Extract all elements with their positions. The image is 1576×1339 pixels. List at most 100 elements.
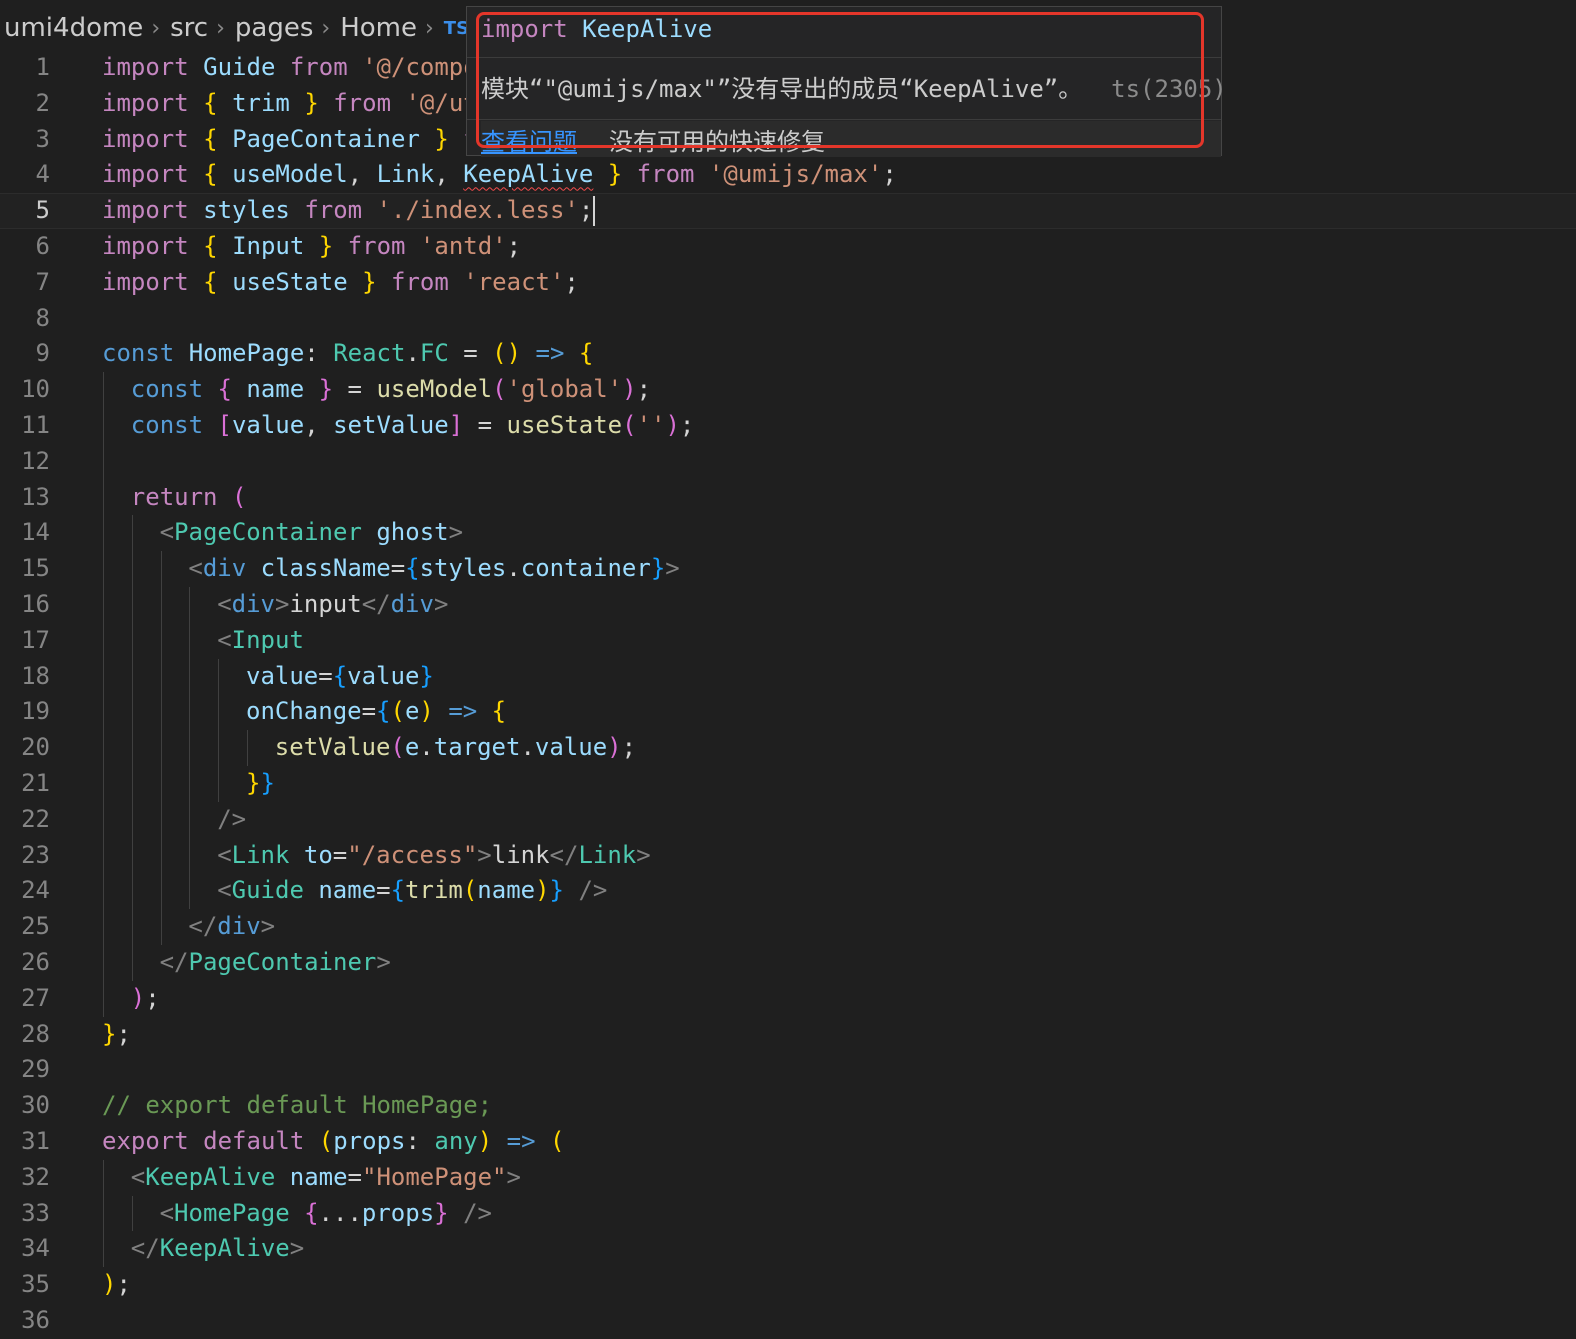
code-line[interactable]: 11 const [value, setValue] = useState('')… [0, 407, 1576, 444]
code-line[interactable]: 19 onChange={(e) => { [0, 694, 1576, 731]
code-line[interactable]: 12 [0, 443, 1576, 480]
indent-guide [103, 837, 104, 874]
code-token: < [159, 518, 175, 547]
code-line[interactable]: 23 <Link to="/access">link</Link> [0, 837, 1576, 874]
code-line[interactable]: 30 // export default HomePage; [0, 1088, 1576, 1124]
indent-guide [103, 765, 104, 802]
code-line[interactable]: 10 const { name } = useModel('global'); [0, 372, 1576, 408]
code-line[interactable]: 26 </PageContainer> [0, 944, 1576, 981]
code-token: from [289, 53, 348, 81]
code-token: </ [159, 947, 189, 976]
code-token: PageContainer [232, 124, 420, 153]
code-line[interactable]: 27); [0, 980, 1576, 1017]
code-text: import { Input } from 'antd'; [102, 229, 521, 265]
code-line[interactable]: 22 /> [0, 801, 1576, 838]
indent-guide [160, 586, 162, 623]
code-line[interactable]: 5 import styles from './index.less'; [0, 193, 1576, 229]
hover-error-code: ts(2305) [1111, 75, 1227, 103]
code-text: import { useState } from 'react'; [102, 265, 579, 301]
code-line[interactable]: 32 <KeepAlive name="HomePage"> [0, 1159, 1576, 1196]
code-line[interactable]: 31 export default (props: any) => ( [0, 1124, 1576, 1160]
code-token: import [102, 196, 189, 225]
code-editor[interactable]: 1import Guide from '@/components/Guide';… [0, 50, 1576, 1339]
code-token: value [246, 661, 319, 690]
line-number: 23 [21, 840, 50, 869]
code-token: from [391, 267, 449, 296]
code-token: < [217, 840, 232, 869]
line-number: 11 [21, 410, 50, 439]
code-line[interactable]: 34 </KeepAlive> [0, 1231, 1576, 1268]
indent-guide [218, 658, 220, 695]
code-token: 'global' [506, 375, 623, 404]
code-token: name [246, 375, 305, 404]
code-line[interactable]: 25 </div> [0, 909, 1576, 945]
indent-guide [189, 765, 191, 802]
code-token: trim [232, 88, 290, 117]
code-line[interactable]: 9 const HomePage: React.FC = () => { [0, 336, 1576, 372]
code-line[interactable]: 33 <HomePage {...props} /> [0, 1195, 1576, 1232]
chevron-right-icon: › [216, 15, 225, 41]
code-token: = [347, 1162, 362, 1191]
hover-actions: 查看问题 没有可用的快速修复 [481, 121, 1221, 157]
code-token: from [636, 160, 695, 189]
code-line[interactable]: 17 <Input [0, 622, 1576, 659]
breadcrumb-item[interactable]: umi4dome [0, 13, 145, 43]
code-token: </ [130, 1234, 160, 1263]
indent-guide [189, 801, 191, 838]
code-token: ; [679, 410, 695, 439]
code-line[interactable]: 18 value={value} [0, 658, 1576, 695]
code-line[interactable]: 36 [0, 1303, 1576, 1339]
line-number: 24 [21, 876, 50, 905]
code-token: ) [477, 1126, 493, 1155]
code-line[interactable]: 24 <Guide name={trim(name)} /> [0, 873, 1576, 910]
indent-guide [160, 837, 162, 874]
code-token: } [246, 768, 261, 797]
code-line[interactable]: 29 [0, 1052, 1576, 1088]
indent-guide [103, 372, 104, 408]
code-token: = [333, 375, 377, 404]
code-line[interactable]: 4 import { useModel, Link, KeepAlive } fr… [0, 157, 1576, 193]
code-line[interactable]: 14 <PageContainer ghost> [0, 515, 1576, 552]
code-token: trim [405, 876, 463, 905]
code-line[interactable]: 8 [0, 301, 1576, 337]
code-line[interactable]: 7 import { useState } from 'react'; [0, 265, 1576, 301]
indent-guide [131, 694, 133, 731]
code-token: "/access" [347, 840, 478, 869]
indent-guide [103, 801, 104, 838]
breadcrumb-item[interactable]: src [166, 13, 210, 43]
line-number: 1 [35, 53, 50, 81]
code-line[interactable]: 20 setValue(e.target.value); [0, 730, 1576, 766]
code-line[interactable]: 13 return ( [0, 479, 1576, 516]
view-problem-link[interactable]: 查看问题 [481, 122, 577, 157]
code-token: , [304, 410, 334, 439]
breadcrumb-item[interactable]: pages [231, 13, 315, 43]
code-line[interactable]: 15 <div className={styles.container}> [0, 551, 1576, 587]
line-number: 10 [21, 375, 50, 404]
code-token: { [203, 231, 218, 260]
code-line[interactable]: 6 import { Input } from 'antd'; [0, 229, 1576, 265]
breadcrumb-item[interactable]: Home [336, 13, 419, 43]
code-line[interactable]: 21}} [0, 765, 1576, 802]
code-line[interactable]: 35); [0, 1267, 1576, 1303]
code-line[interactable]: 16 <div>input</div> [0, 586, 1576, 623]
code-text: /> [217, 802, 246, 838]
line-number: 34 [21, 1234, 50, 1263]
code-token: </ [188, 912, 218, 941]
code-token: } [549, 876, 564, 905]
code-token: ] [448, 410, 464, 439]
code-token: 'antd' [419, 231, 507, 260]
line-number: 16 [21, 589, 50, 618]
code-line[interactable]: 28}; [0, 1017, 1576, 1053]
